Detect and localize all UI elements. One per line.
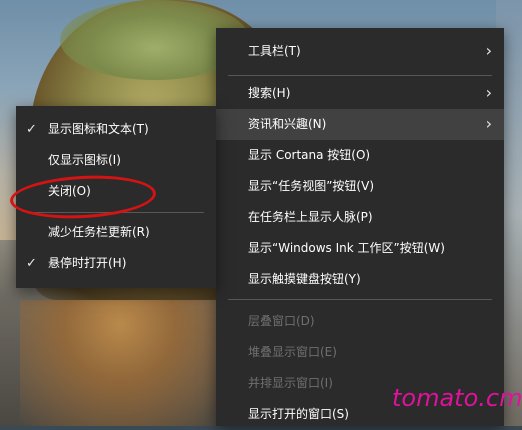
menu-separator	[228, 75, 492, 76]
menu-item-label: 仅显示图标(I)	[48, 153, 121, 167]
menu-item-label: 显示打开的窗口(S)	[248, 407, 349, 421]
menu-item-label: 悬停时打开(H)	[48, 256, 127, 270]
menu-item-label: 堆叠显示窗口(E)	[248, 345, 337, 359]
menu-item-label: 在任务栏上显示人脉(P)	[248, 210, 373, 224]
menu-item-label: 显示触摸键盘按钮(Y)	[248, 272, 361, 286]
menu-item-label: 显示“任务视图”按钮(V)	[248, 179, 375, 193]
menu-item-show-cortana[interactable]: 显示 Cortana 按钮(O)	[216, 140, 504, 171]
menu-item-cascade-windows: 层叠窗口(D)	[216, 306, 504, 337]
menu-item-toolbars[interactable]: 工具栏(T) ›	[216, 36, 504, 67]
menu-item-label: 资讯和兴趣(N)	[248, 117, 327, 131]
submenu-item-reduce-updates[interactable]: 减少任务栏更新(R)	[16, 217, 216, 248]
checkmark-icon: ✓	[26, 122, 37, 137]
menu-item-label: 显示“Windows Ink 工作区”按钮(W)	[248, 241, 445, 255]
watermark-text: tomato.cm	[392, 384, 522, 412]
menu-item-label: 显示图标和文本(T)	[48, 122, 149, 136]
menu-separator	[228, 299, 492, 300]
checkmark-icon: ✓	[26, 256, 37, 271]
submenu-item-open-on-hover[interactable]: ✓ 悬停时打开(H)	[16, 248, 216, 279]
submenu-item-show-icon-and-text[interactable]: ✓ 显示图标和文本(T)	[16, 114, 216, 145]
menu-item-search[interactable]: 搜索(H) ›	[216, 78, 504, 109]
submenu-item-show-icon-only[interactable]: 仅显示图标(I)	[16, 145, 216, 176]
chevron-right-icon: ›	[485, 41, 492, 60]
menu-item-label: 搜索(H)	[248, 86, 291, 100]
menu-item-show-task-view[interactable]: 显示“任务视图”按钮(V)	[216, 171, 504, 202]
menu-item-label: 层叠窗口(D)	[248, 314, 315, 328]
wallpaper-reflection	[20, 300, 220, 426]
menu-item-label: 减少任务栏更新(R)	[48, 225, 150, 239]
menu-item-label: 工具栏(T)	[248, 44, 301, 58]
menu-item-show-people[interactable]: 在任务栏上显示人脉(P)	[216, 202, 504, 233]
taskbar-context-menu: 工具栏(T) › 搜索(H) › 资讯和兴趣(N) › 显示 Cortana 按…	[216, 28, 504, 426]
menu-item-label: 并排显示窗口(I)	[248, 376, 333, 390]
menu-item-label: 显示 Cortana 按钮(O)	[248, 148, 371, 162]
chevron-right-icon: ›	[485, 83, 492, 102]
chevron-right-icon: ›	[485, 114, 492, 133]
menu-item-stack-windows: 堆叠显示窗口(E)	[216, 337, 504, 368]
menu-item-show-windows-ink[interactable]: 显示“Windows Ink 工作区”按钮(W)	[216, 233, 504, 264]
menu-item-news-and-interests[interactable]: 资讯和兴趣(N) ›	[216, 109, 504, 140]
menu-item-show-touch-keyboard[interactable]: 显示触摸键盘按钮(Y)	[216, 264, 504, 295]
